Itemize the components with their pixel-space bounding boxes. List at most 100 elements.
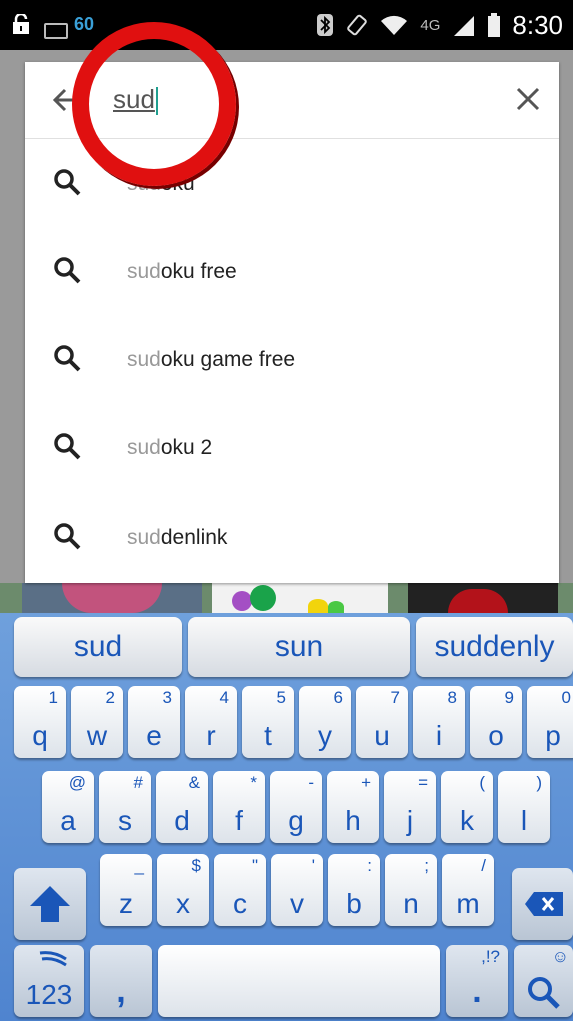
key-label: l (520, 805, 528, 836)
key-alt-label: 6 (333, 688, 343, 707)
suggestion-item[interactable]: suddenlink (25, 494, 559, 582)
period-key[interactable]: ,!? . (446, 945, 508, 1017)
key-label: n (403, 888, 419, 919)
on-screen-keyboard: sud sun suddenly 1q2w3e4r5t6y7u8i9o0p @ a… (0, 613, 573, 1021)
key-alt-label: @ (68, 773, 86, 792)
search-key[interactable]: ☺ (514, 945, 573, 1017)
suggestion-text: sudoku 2 (127, 436, 213, 459)
key-alt-label: - (308, 773, 314, 792)
status-bar: 60 4G 8:30 (0, 0, 573, 50)
key-label: q (32, 720, 48, 751)
key-alt-label: ; (424, 856, 429, 875)
key-alt-label: / (481, 856, 486, 875)
key-label: r (206, 720, 216, 751)
key-k[interactable]: (k (441, 771, 493, 843)
key-m[interactable]: / m (442, 854, 494, 926)
key-b[interactable]: :b (328, 854, 380, 926)
prediction-right[interactable]: suddenly (416, 617, 573, 677)
status-icons: 4G 8:30 (316, 10, 563, 40)
key-alt-label: $ (191, 856, 201, 875)
key-alt-label: & (188, 773, 200, 792)
key-label: e (146, 720, 162, 751)
search-icon (54, 345, 81, 372)
key-alt-label: 2 (105, 688, 115, 707)
key-o[interactable]: 9o (470, 686, 522, 758)
key-alt-label: 5 (276, 688, 286, 707)
key-s[interactable]: # s (99, 771, 151, 843)
search-icon (54, 257, 81, 284)
key-r[interactable]: 4r (185, 686, 237, 758)
key-v[interactable]: ' v (271, 854, 323, 926)
suggestion-text: sudoku free (127, 260, 237, 283)
wifi-icon (381, 15, 408, 35)
bluetooth-icon (317, 14, 334, 36)
key-c[interactable]: " c (214, 854, 266, 926)
key-e[interactable]: 3e (128, 686, 180, 758)
key-f[interactable]: * f (213, 771, 265, 843)
suggestion-item[interactable]: sudoku game free (25, 316, 559, 404)
key-alt-label: " (251, 856, 258, 875)
battery-icon (488, 13, 501, 37)
key-d[interactable]: & d (156, 771, 208, 843)
shift-key[interactable] (14, 868, 86, 940)
key-p[interactable]: 0p (527, 686, 573, 758)
key-label: y (318, 720, 332, 751)
key-label: z (119, 888, 133, 919)
symbols-key-label: 123 (25, 979, 73, 1010)
key-j[interactable]: = j (384, 771, 436, 843)
key-g[interactable]: -g (270, 771, 322, 843)
key-alt-label: 8 (447, 688, 457, 707)
key-alt-label: ) (536, 773, 542, 792)
key-label: f (235, 805, 243, 836)
app-thumbnail-left[interactable] (22, 583, 202, 613)
backspace-key[interactable] (512, 868, 573, 940)
key-y[interactable]: 6y (299, 686, 351, 758)
key-alt-label: ' (311, 856, 315, 875)
key-t[interactable]: 5t (242, 686, 294, 758)
search-icon (54, 433, 81, 460)
key-n[interactable]: ; n (385, 854, 437, 926)
key-u[interactable]: 7u (356, 686, 408, 758)
key-alt-label: 3 (162, 688, 172, 707)
clear-search-icon[interactable] (513, 84, 543, 114)
key-alt-label: _ (134, 856, 144, 875)
key-alt-label: = (418, 773, 428, 792)
key-label: d (174, 805, 190, 836)
key-label: j (406, 805, 414, 836)
key-label: x (176, 888, 190, 919)
prediction-center[interactable]: sun (188, 617, 410, 677)
key-x[interactable]: $ x (157, 854, 209, 926)
prediction-left[interactable]: sud (14, 617, 182, 677)
backspace-icon (525, 892, 563, 916)
key-label: g (288, 805, 304, 836)
key-i[interactable]: 8i (413, 686, 465, 758)
comma-key[interactable]: , (90, 945, 152, 1017)
key-z[interactable]: _ z (100, 854, 152, 926)
space-key[interactable] (158, 945, 440, 1017)
key-label: b (346, 888, 362, 919)
key-q[interactable]: 1q (14, 686, 66, 758)
shift-arrow-icon (30, 886, 70, 922)
app-thumbnail-right[interactable] (408, 583, 558, 613)
key-h[interactable]: + h (327, 771, 379, 843)
key-alt-label: 9 (504, 688, 514, 707)
search-icon (528, 977, 560, 1009)
key-alt-label: # (133, 773, 143, 792)
period-key-label: . (472, 972, 482, 1010)
key-label: h (345, 805, 361, 836)
suggestion-text: sudoku game free (127, 348, 296, 371)
suggestion-item[interactable]: sudoku 2 (25, 404, 559, 492)
unlock-icon (13, 14, 29, 34)
key-a[interactable]: @ a (42, 771, 94, 843)
key-w[interactable]: 2w (71, 686, 123, 758)
comma-key-label: , (116, 972, 126, 1010)
emoji-alt: ☺ (551, 947, 569, 966)
key-alt-label: : (367, 856, 372, 875)
app-thumbnail-center[interactable] (212, 583, 388, 613)
suggestion-item[interactable]: sudoku free (25, 228, 559, 316)
key-alt-label: * (250, 773, 257, 792)
keyboard-notification-icon (44, 23, 68, 39)
swiftkey-logo-icon (39, 951, 67, 967)
symbols-key[interactable]: 123 (14, 945, 84, 1017)
key-l[interactable]: ) l (498, 771, 550, 843)
